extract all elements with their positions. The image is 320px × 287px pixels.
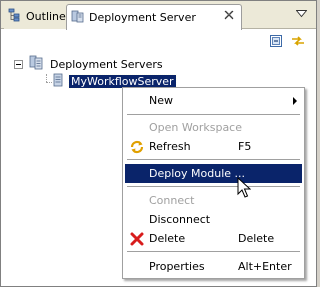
menu-separator: [127, 251, 300, 253]
cursor-icon: [237, 176, 252, 202]
menu-item-label: Properties: [149, 260, 205, 273]
menu-item-properties[interactable]: Properties Alt+Enter: [125, 257, 302, 276]
menu-item-new[interactable]: New: [125, 91, 302, 110]
server-icon: [71, 9, 85, 26]
tab-outline-label: Outline: [26, 10, 66, 23]
tree-connector: [46, 74, 47, 82]
menu-item-accelerator: F5: [238, 140, 252, 153]
tab-outline[interactable]: Outline: [4, 4, 66, 29]
collapse-toggle-icon[interactable]: [14, 59, 23, 69]
menu-item-disconnect[interactable]: Disconnect: [125, 210, 302, 229]
deployment-server-view: Outline Deployment Server Deployment Ser…: [0, 0, 317, 287]
menu-item-label: Connect: [149, 194, 195, 207]
context-menu: New Open Workspace Refresh F5 Deploy Mod…: [122, 87, 305, 279]
view-tab-strip: Outline Deployment Server: [1, 1, 316, 30]
menu-item-label: New: [149, 94, 173, 107]
menu-separator: [127, 114, 300, 116]
menu-separator: [127, 186, 300, 188]
menu-item-label: Open Workspace: [149, 121, 243, 134]
tree-node-label: Deployment Servers: [50, 57, 163, 71]
close-icon[interactable]: [224, 10, 234, 23]
menu-item-label: Disconnect: [149, 213, 211, 226]
menu-item-accelerator: Alt+Enter: [238, 260, 292, 273]
refresh-icon: [129, 139, 145, 155]
outline-icon: [8, 8, 22, 25]
menu-separator: [127, 159, 300, 161]
delete-icon: [129, 231, 145, 247]
tree-node-label: MyWorkflowServer: [68, 73, 177, 89]
menu-item-connect[interactable]: Connect: [125, 191, 302, 210]
link-with-editor-icon[interactable]: [290, 34, 306, 51]
menu-item-label: Deploy Module ...: [149, 167, 245, 180]
server-group-icon: [29, 55, 44, 73]
menu-item-label: Delete: [149, 232, 186, 245]
menu-item-open-workspace[interactable]: Open Workspace: [125, 118, 302, 137]
server-icon: [52, 73, 65, 90]
view-toolbar: [269, 34, 306, 51]
tree-node-deployment-servers[interactable]: Deployment Servers: [14, 55, 165, 73]
view-menu-icon[interactable]: [295, 8, 308, 18]
collapse-all-icon[interactable]: [269, 34, 283, 51]
menu-item-label: Refresh: [149, 140, 191, 153]
menu-item-accelerator: Delete: [238, 232, 275, 245]
menu-item-delete[interactable]: Delete Delete: [125, 229, 302, 248]
submenu-arrow-icon: [293, 97, 297, 105]
tab-deployment-server[interactable]: Deployment Server: [66, 4, 242, 30]
menu-item-deploy-module[interactable]: Deploy Module ...: [125, 164, 302, 183]
menu-item-refresh[interactable]: Refresh F5: [125, 137, 302, 156]
tab-deployment-server-label: Deployment Server: [89, 11, 196, 24]
